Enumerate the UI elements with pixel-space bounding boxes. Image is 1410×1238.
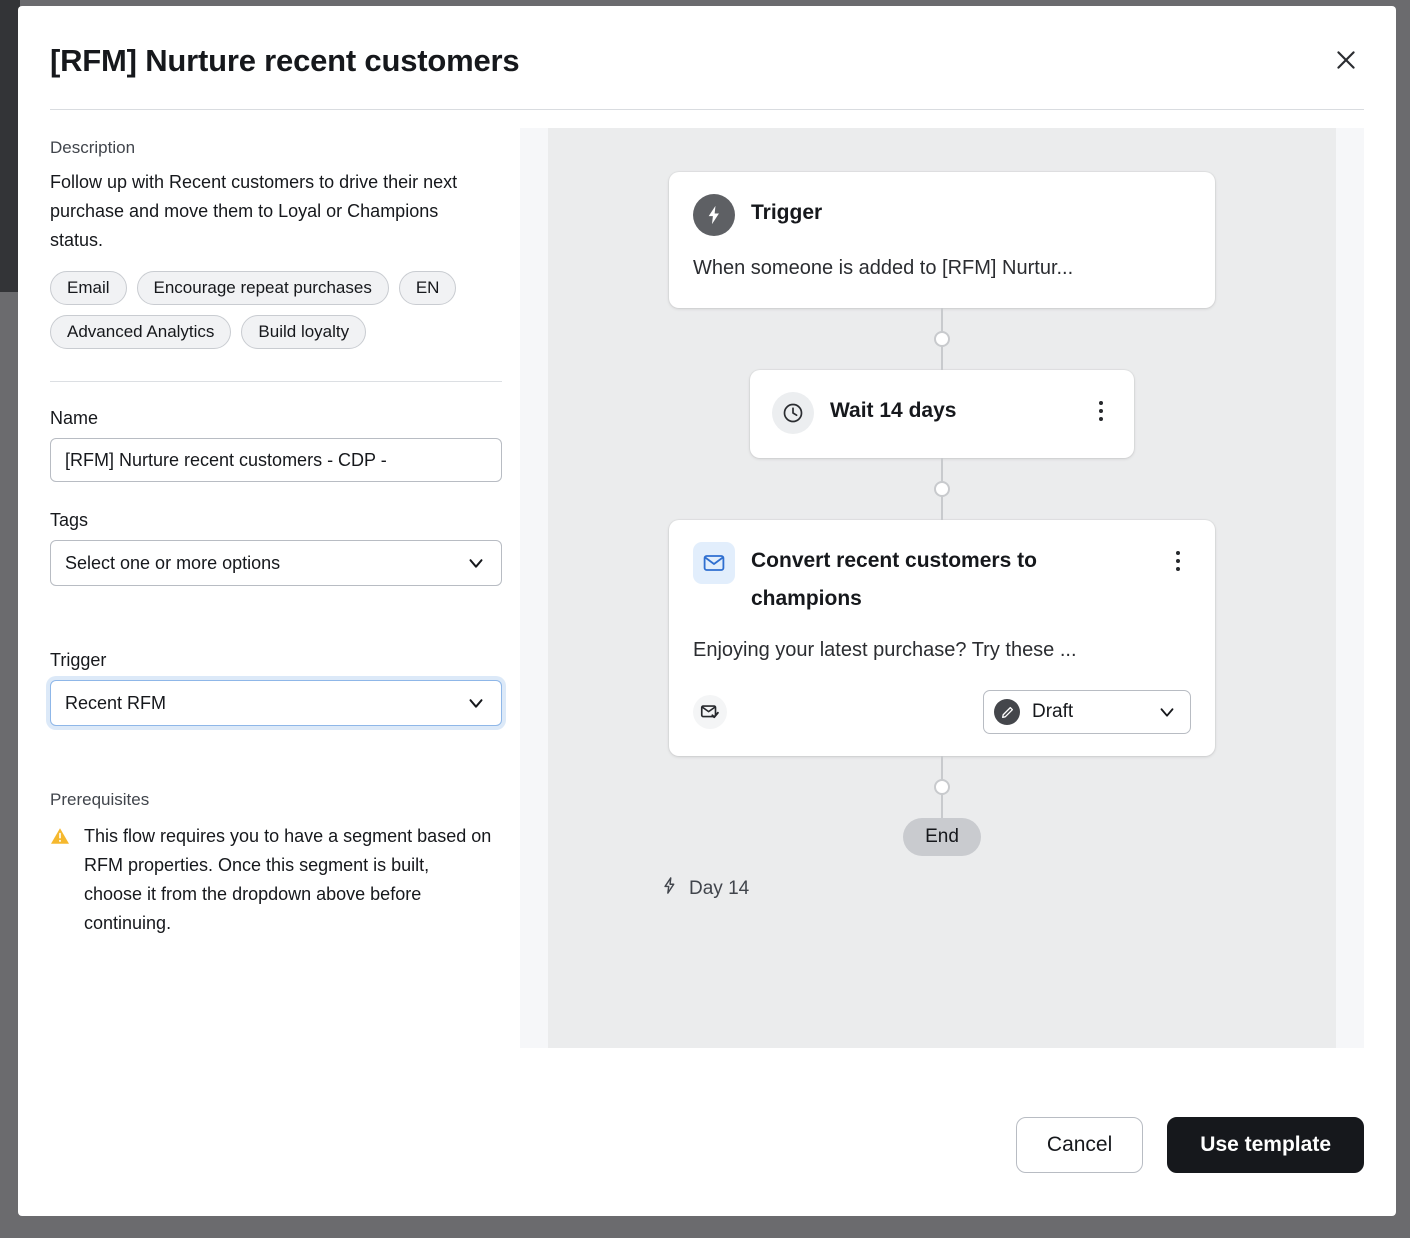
pencil-icon [994,699,1020,725]
description-text: Follow up with Recent customers to drive… [50,168,490,255]
template-detail-modal: [RFM] Nurture recent customers Descripti… [18,6,1396,1216]
tags-select-placeholder: Select one or more options [65,553,465,574]
use-template-button[interactable]: Use template [1167,1117,1364,1173]
modal-header: [RFM] Nurture recent customers [18,6,1396,79]
flow-connector [941,308,943,370]
prerequisites-label: Prerequisites [50,790,492,810]
prerequisites-note: This flow requires you to have a segment… [50,822,492,938]
cancel-button[interactable]: Cancel [1016,1117,1143,1173]
prerequisites-text: This flow requires you to have a segment… [84,822,492,938]
flow-node-email[interactable]: Convert recent customers to champions En… [669,520,1215,756]
close-icon[interactable] [1326,40,1366,80]
trigger-node-subtitle: When someone is added to [RFM] Nurtur... [693,254,1191,282]
details-panel: Description Follow up with Recent custom… [50,138,520,1048]
tag-chip: Advanced Analytics [50,315,231,349]
envelope-check-icon [693,695,727,729]
wait-node-title: Wait 14 days [830,392,956,430]
kebab-menu-icon[interactable] [1165,542,1191,580]
lightning-bolt-icon [660,876,679,901]
name-input[interactable] [50,438,502,482]
flow-nodes: Trigger When someone is added to [RFM] N… [548,128,1336,856]
email-node-title: Convert recent customers to champions [751,542,1111,618]
trigger-select[interactable]: Recent RFM [50,680,502,726]
warning-icon [50,827,70,938]
trigger-node-title: Trigger [751,194,822,232]
email-status-value: Draft [1032,701,1144,723]
chevron-down-icon [465,552,487,574]
name-field-label: Name [50,408,492,429]
trigger-field-label: Trigger [50,650,492,671]
modal-footer: Cancel Use template [18,1090,1396,1216]
flow-node-wait[interactable]: Wait 14 days [750,370,1134,458]
chevron-down-icon [465,692,487,714]
tag-chip: Build loyalty [241,315,366,349]
tag-chip: EN [399,271,457,305]
tag-list: Email Encourage repeat purchases EN Adva… [50,271,492,349]
email-node-subtitle: Enjoying your latest purchase? Try these… [693,636,1191,664]
backdrop-overlay [0,0,20,292]
email-status-dropdown[interactable]: Draft [983,690,1191,734]
trigger-select-value: Recent RFM [65,693,465,714]
kebab-menu-icon[interactable] [1088,392,1114,430]
section-divider [50,381,502,382]
day-marker: Day 14 [660,876,749,901]
flow-preview-panel: Trigger When someone is added to [RFM] N… [520,128,1364,1048]
tag-chip: Email [50,271,127,305]
modal-body: Description Follow up with Recent custom… [18,110,1396,1048]
tags-select[interactable]: Select one or more options [50,540,502,586]
tags-field-label: Tags [50,510,492,531]
day-marker-label: Day 14 [689,878,749,900]
flow-node-trigger[interactable]: Trigger When someone is added to [RFM] N… [669,172,1215,308]
lightning-bolt-icon [693,194,735,236]
flow-node-end[interactable]: End [903,818,981,856]
clock-icon [772,392,814,434]
flow-connector [941,458,943,520]
flow-canvas[interactable]: Trigger When someone is added to [RFM] N… [548,128,1336,1048]
envelope-icon [693,542,735,584]
description-label: Description [50,138,492,158]
connector-dot[interactable] [934,331,950,347]
page-title: [RFM] Nurture recent customers [50,42,1354,79]
chevron-down-icon [1156,701,1178,723]
flow-connector [941,756,943,818]
tag-chip: Encourage repeat purchases [137,271,389,305]
connector-dot[interactable] [934,779,950,795]
connector-dot[interactable] [934,481,950,497]
